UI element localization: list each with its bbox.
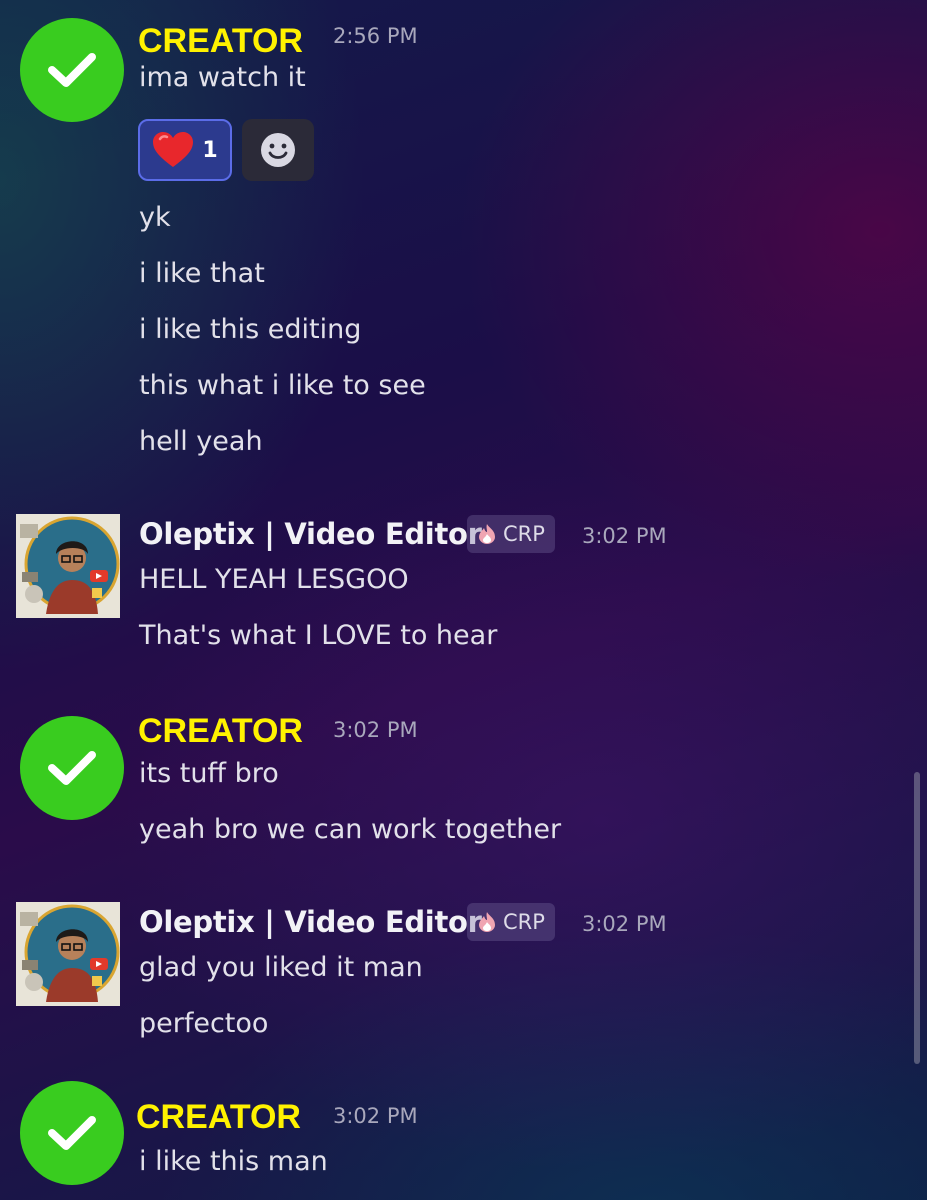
checkmark-icon — [48, 53, 96, 87]
author-name[interactable]: Oleptix | Video Editor — [139, 520, 482, 549]
heart-reaction-button[interactable]: 1 — [138, 119, 232, 181]
message-text: yk — [139, 202, 171, 233]
server-tag[interactable]: CRP — [467, 515, 555, 553]
avatar[interactable] — [20, 716, 124, 820]
scrollbar[interactable] — [914, 772, 920, 1064]
editor-avatar-image — [16, 902, 120, 1006]
checkmark-icon — [48, 1116, 96, 1150]
avatar[interactable] — [16, 902, 120, 1006]
timestamp: 3:02 PM — [333, 718, 418, 742]
add-reaction-button[interactable] — [242, 119, 314, 181]
message-text: hell yeah — [139, 426, 263, 457]
timestamp: 3:02 PM — [333, 1104, 418, 1128]
message-text: i like this man — [139, 1146, 328, 1177]
avatar[interactable] — [20, 1081, 124, 1185]
author-name[interactable]: Oleptix | Video Editor — [139, 908, 482, 937]
editor-avatar-image — [16, 514, 120, 618]
avatar[interactable] — [16, 514, 120, 618]
timestamp: 3:02 PM — [582, 912, 667, 936]
flame-badge-icon — [479, 912, 495, 932]
message-text: ima watch it — [139, 62, 306, 93]
tag-label: CRP — [503, 522, 545, 546]
checkmark-icon — [48, 751, 96, 785]
message-text: i like this editing — [139, 314, 362, 345]
server-tag[interactable]: CRP — [467, 903, 555, 941]
message-text: i like that — [139, 258, 265, 289]
chat-messages: CREATOR 2:56 PM ima watch it 1 yk i like… — [0, 0, 927, 1200]
reaction-count: 1 — [202, 137, 218, 163]
flame-badge-icon — [479, 524, 495, 544]
author-name[interactable]: CREATOR — [138, 714, 303, 748]
avatar[interactable] — [20, 18, 124, 122]
message-text: perfectoo — [139, 1008, 269, 1039]
heart-icon — [153, 132, 194, 167]
tag-label: CRP — [503, 910, 545, 934]
message-text: HELL YEAH LESGOO — [139, 564, 409, 595]
author-name[interactable]: CREATOR — [138, 24, 303, 58]
message-text: glad you liked it man — [139, 952, 423, 983]
message-text: That's what I LOVE to hear — [139, 620, 498, 651]
message-text: yeah bro we can work together — [139, 814, 562, 845]
author-name[interactable]: CREATOR — [136, 1100, 301, 1134]
timestamp: 2:56 PM — [333, 24, 418, 48]
message-text: this what i like to see — [139, 370, 426, 401]
timestamp: 3:02 PM — [582, 524, 667, 548]
message-text: its tuff bro — [139, 758, 279, 789]
smiley-icon — [261, 133, 295, 167]
